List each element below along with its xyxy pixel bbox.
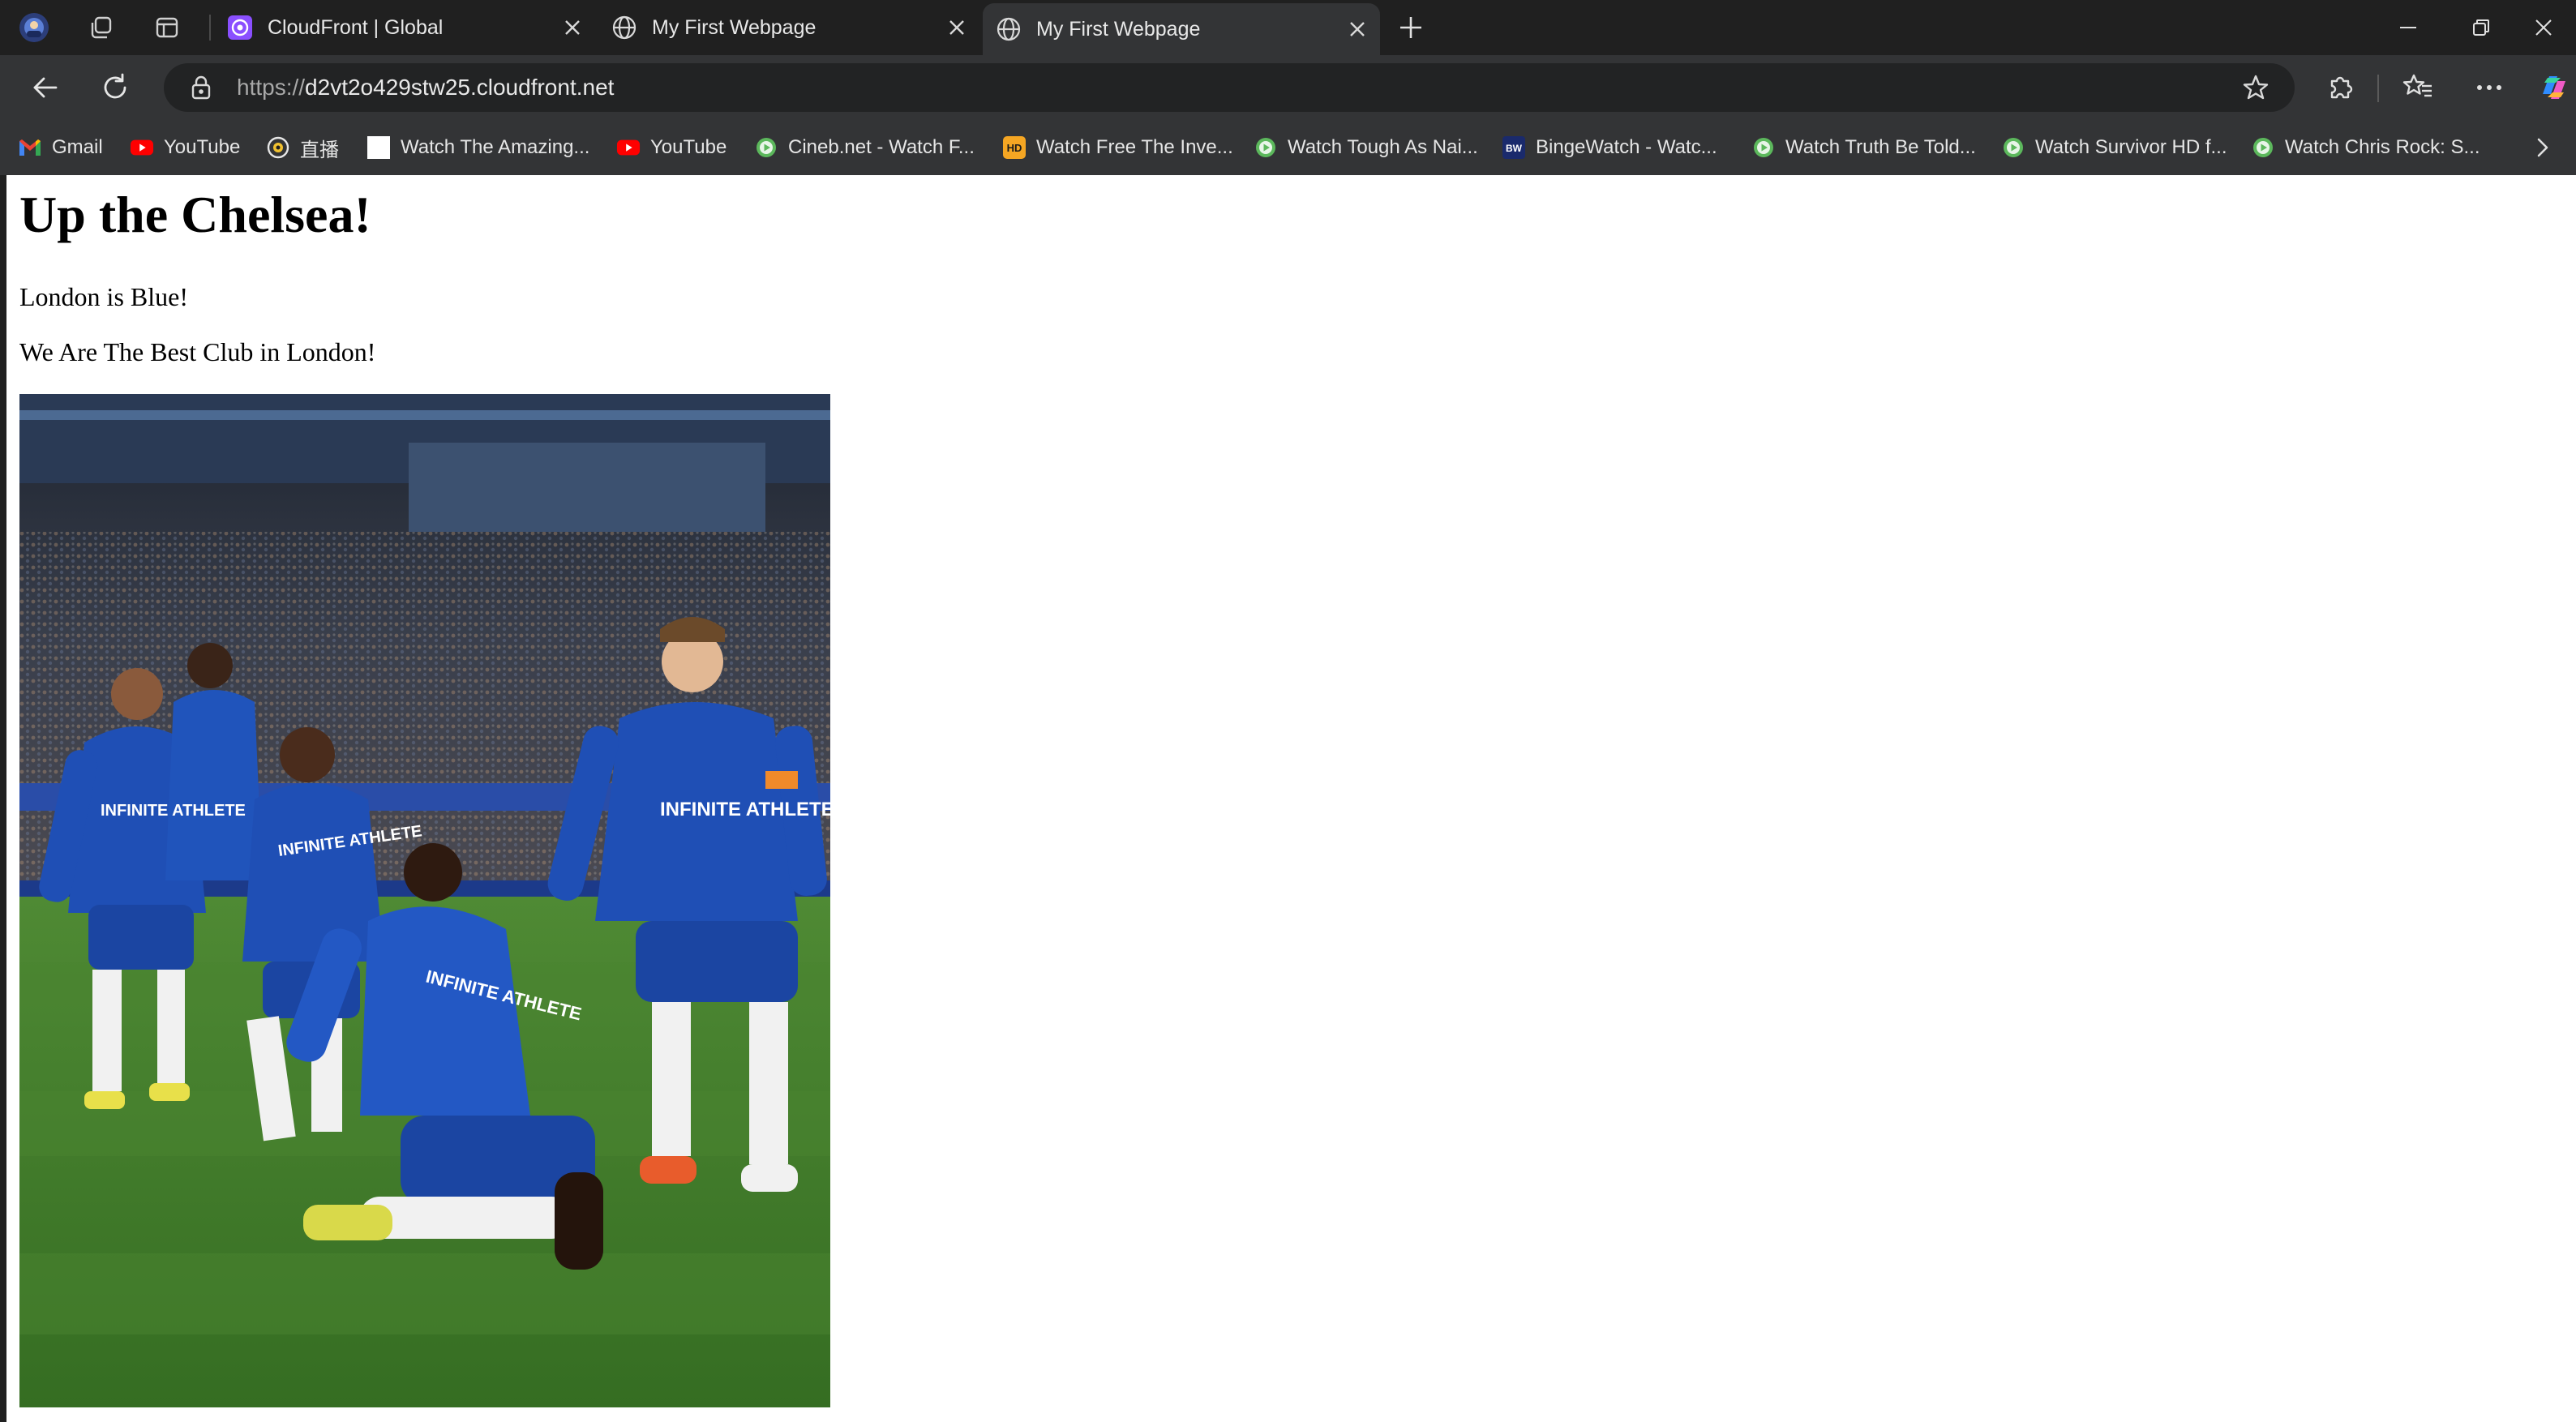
play-circle-icon (1751, 135, 1776, 160)
bookmark-youtube-2[interactable]: YouTube (616, 131, 727, 164)
toolbar-separator (2377, 75, 2379, 102)
close-tab-icon[interactable] (941, 11, 973, 44)
navigation-toolbar: https://d2vt2o429stw25.cloudfront.net (0, 55, 2576, 120)
close-window-icon[interactable] (2511, 8, 2576, 47)
paragraph-london-blue: London is Blue! (19, 282, 188, 311)
bookmarks-bar: Gmail YouTube 直播 Watch The Amazing... Yo… (0, 120, 2576, 175)
chelsea-players-celebrating-photo: INFINITE ATHLETE INFINITE ATHLETE INFINI… (19, 394, 830, 1407)
bookmark-gmail[interactable]: Gmail (18, 131, 103, 164)
extensions-puzzle-icon[interactable] (2321, 68, 2360, 107)
tab-my-first-webpage-active[interactable]: My First Webpage (983, 3, 1380, 55)
url-host: d2vt2o429stw25.cloudfront.net (305, 75, 615, 100)
bookmark-watch-chris-rock[interactable]: Watch Chris Rock: S... (2251, 131, 2480, 164)
bookmark-bingewatch[interactable]: BW BingeWatch - Watc... (1502, 131, 1717, 164)
bookmark-watch-free[interactable]: HD Watch Free The Inve... (1002, 131, 1233, 164)
bookmark-label: Gmail (52, 136, 103, 158)
bookmark-label: Cineb.net - Watch F... (788, 136, 975, 158)
bookmark-cineb[interactable]: Cineb.net - Watch F... (754, 131, 975, 164)
photo-illustration: INFINITE ATHLETE INFINITE ATHLETE INFINI… (19, 394, 830, 1407)
profile-avatar-icon[interactable] (18, 11, 50, 44)
url-text[interactable]: https://d2vt2o429stw25.cloudfront.net (237, 75, 614, 101)
bookmark-label: YouTube (650, 136, 727, 158)
hd-icon: HD (1002, 135, 1027, 160)
bookmark-label: Watch Survivor HD f... (2035, 136, 2227, 158)
live-icon (266, 135, 290, 160)
restore-icon[interactable] (2449, 8, 2514, 47)
tab-separator (209, 15, 211, 41)
shirt-sponsor-text: INFINITE ATHLETE (660, 799, 830, 820)
reload-icon[interactable] (96, 68, 135, 107)
cloudfront-icon (227, 15, 253, 41)
bw-icon: BW (1502, 135, 1526, 160)
bookmark-label: Watch Chris Rock: S... (2285, 136, 2480, 158)
play-circle-icon (1254, 135, 1278, 160)
bookmark-label: BingeWatch - Watc... (1536, 136, 1717, 158)
tab-cloudfront[interactable]: CloudFront | Global (214, 5, 595, 50)
shirt-sponsor-text: INFINITE ATHLETE (101, 802, 246, 820)
play-circle-icon (754, 135, 778, 160)
tab-title: My First Webpage (652, 15, 817, 39)
close-tab-icon[interactable] (556, 11, 589, 44)
favorites-list-icon[interactable] (2398, 68, 2437, 107)
bookmark-watch-truth[interactable]: Watch Truth Be Told... (1751, 131, 1976, 164)
favorite-star-icon[interactable] (2241, 73, 2270, 102)
bookmark-label: Watch The Amazing... (401, 136, 590, 158)
bookmark-live[interactable]: 直播 (266, 131, 339, 164)
bookmark-watch-amazing[interactable]: Watch The Amazing... (366, 131, 589, 164)
globe-icon (996, 16, 1022, 42)
bookmark-label: Watch Tough As Nai... (1288, 136, 1478, 158)
close-tab-icon[interactable] (1341, 13, 1374, 45)
tab-actions-icon[interactable] (151, 11, 183, 44)
minimize-icon[interactable] (2376, 8, 2441, 47)
lock-icon[interactable] (188, 75, 214, 101)
bookmark-watch-tough[interactable]: Watch Tough As Nai... (1254, 131, 1478, 164)
page-viewport[interactable]: Up the Chelsea! London is Blue! We Are T… (6, 175, 2576, 1422)
back-arrow-icon[interactable] (26, 68, 65, 107)
bookmark-label: Watch Truth Be Told... (1785, 136, 1976, 158)
tab-my-first-webpage[interactable]: My First Webpage (598, 5, 979, 50)
chevron-right-icon[interactable] (2526, 131, 2558, 164)
youtube-icon (616, 135, 641, 160)
globe-icon (611, 15, 637, 41)
gmail-icon (18, 135, 42, 160)
address-bar[interactable]: https://d2vt2o429stw25.cloudfront.net (164, 63, 2295, 112)
url-scheme: https:// (237, 75, 306, 100)
svg-text:BW: BW (1506, 143, 1523, 154)
svg-text:HD: HD (1007, 142, 1022, 154)
play-circle-icon (2001, 135, 2025, 160)
workspaces-icon[interactable] (84, 11, 117, 44)
new-tab-icon[interactable] (1395, 11, 1427, 44)
tab-strip: CloudFront | Global My First Webpage My … (0, 0, 2576, 55)
bookmark-label: YouTube (164, 136, 241, 158)
youtube-icon (130, 135, 154, 160)
bookmark-label: 直播 (300, 139, 339, 161)
more-options-icon[interactable] (2470, 68, 2509, 107)
page-heading: Up the Chelsea! (19, 186, 371, 243)
copilot-icon[interactable] (2535, 68, 2574, 107)
blank-page-icon (366, 135, 391, 160)
tab-title: My First Webpage (1036, 17, 1201, 41)
paragraph-best-club: We Are The Best Club in London! (19, 337, 376, 366)
tab-title: CloudFront | Global (268, 15, 444, 39)
bookmark-youtube[interactable]: YouTube (130, 131, 240, 164)
play-circle-icon (2251, 135, 2275, 160)
bookmark-label: Watch Free The Inve... (1036, 136, 1233, 158)
bookmark-watch-survivor[interactable]: Watch Survivor HD f... (2001, 131, 2227, 164)
